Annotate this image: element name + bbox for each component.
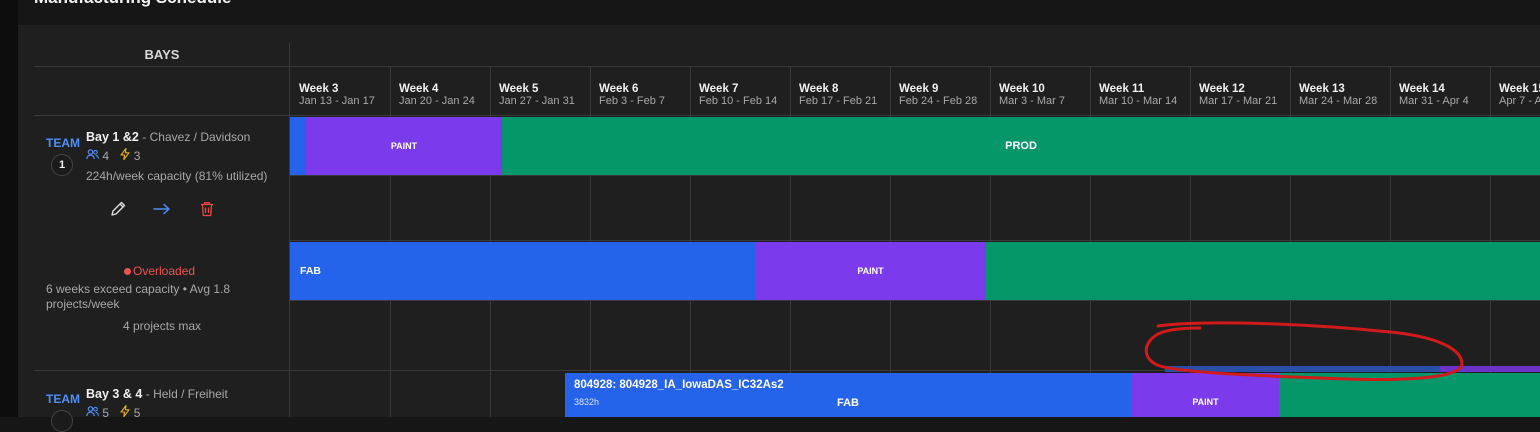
sidebar-header-divider bbox=[34, 115, 290, 116]
week-header: Week 15Apr 7 - Apr 11 bbox=[1490, 68, 1540, 116]
status-dot-icon bbox=[124, 268, 131, 275]
team-number bbox=[51, 410, 73, 432]
week-header: Week 9 Feb 24 - Feb 28 bbox=[890, 68, 990, 116]
bay3-fab-bar[interactable]: 804928: 804928_IA_IowaDAS_IC32As2 3832h … bbox=[565, 373, 1132, 417]
page-title: Manufacturing Schedule bbox=[34, 0, 231, 8]
week-range: Feb 3 - Feb 7 bbox=[599, 95, 666, 107]
week-header: Week 6 Feb 3 - Feb 7 bbox=[590, 68, 690, 116]
week-label: Week 5 bbox=[499, 83, 539, 95]
bay-title: Bay 3 & 4 bbox=[86, 387, 143, 401]
bay-stats: 5 5 bbox=[86, 404, 141, 420]
week-header: Week 11 Mar 10 - Mar 14 bbox=[1090, 68, 1190, 116]
week-range: Feb 10 - Feb 14 bbox=[699, 95, 778, 107]
row-grid-line bbox=[290, 240, 1540, 241]
week-header: Week 4 Jan 20 - Jan 24 bbox=[390, 68, 490, 116]
bay-leads: - Held / Freiheit bbox=[145, 387, 228, 401]
week-label: Week 3 bbox=[299, 83, 339, 95]
bolt-icon bbox=[120, 147, 130, 163]
week-header: Week 12 Mar 17 - Mar 21 bbox=[1190, 68, 1290, 116]
capacity-text: 224h/week capacity (81% utilized) bbox=[86, 169, 268, 183]
power-count: 5 bbox=[133, 406, 141, 420]
bay1-row1-prod-bar[interactable]: PROD bbox=[502, 117, 1540, 175]
team-label: TEAM bbox=[46, 392, 80, 406]
week-header: Week 5 Jan 27 - Jan 31 bbox=[490, 68, 590, 116]
bay-leads: - Chavez / Davidson bbox=[142, 130, 251, 144]
prod-label: PROD bbox=[1005, 140, 1037, 152]
project-hours: 3832h bbox=[574, 397, 600, 407]
arrow-right-icon bbox=[153, 203, 170, 215]
fab-label: FAB bbox=[300, 265, 321, 277]
bay-name: Bay 3 & 4 - Held / Freiheit bbox=[86, 387, 228, 401]
week-range: Mar 10 - Mar 14 bbox=[1099, 95, 1178, 107]
users-icon bbox=[86, 149, 99, 163]
week-range: Mar 17 - Mar 21 bbox=[1199, 95, 1278, 107]
delete-button[interactable] bbox=[198, 200, 216, 218]
week-header: Week 8 Feb 17 - Feb 21 bbox=[790, 68, 890, 116]
week-label: Week 14 bbox=[1399, 83, 1445, 95]
status-detail: 6 weeks exceed capacity • Avg 1.8 projec… bbox=[46, 282, 231, 311]
week-header: Week 3 Jan 13 - Jan 17 bbox=[290, 68, 390, 116]
max-projects: 4 projects max bbox=[123, 319, 202, 333]
users-icon bbox=[86, 406, 99, 420]
pencil-icon bbox=[111, 201, 126, 216]
bay-title: Bay 1 &2 bbox=[86, 130, 139, 144]
trash-icon bbox=[201, 202, 213, 217]
row-grid-line bbox=[290, 300, 1540, 301]
week-header: Week 7 Feb 10 - Feb 14 bbox=[690, 68, 790, 116]
week-label: Week 11 bbox=[1099, 83, 1145, 95]
bay-stats: 4 3 bbox=[86, 147, 141, 163]
week-label: Week 9 bbox=[899, 83, 939, 95]
paint-label: PAINT bbox=[1192, 397, 1219, 407]
week-label: Week 8 bbox=[799, 83, 839, 95]
week-range: Feb 17 - Feb 21 bbox=[799, 95, 878, 107]
fab-label: FAB bbox=[837, 397, 859, 409]
week-range: Mar 24 - Mar 28 bbox=[1299, 95, 1378, 107]
member-count: 5 bbox=[102, 406, 110, 420]
paint-label: PAINT bbox=[857, 266, 884, 276]
week-label: Week 6 bbox=[599, 83, 639, 95]
member-count: 4 bbox=[102, 149, 110, 163]
bay-name: Bay 1 &2 - Chavez / Davidson bbox=[86, 130, 250, 144]
bay1-row2-fab-bar[interactable]: FAB bbox=[290, 242, 755, 300]
week-header: Week 10 Mar 3 - Mar 7 bbox=[990, 68, 1090, 116]
team-number: 1 bbox=[51, 154, 73, 176]
window-left-edge bbox=[0, 0, 18, 417]
bay1-row2-paint-bar[interactable]: PAINT bbox=[755, 242, 986, 300]
week-range: Apr 7 - Apr 11 bbox=[1499, 95, 1540, 107]
week-range: Mar 31 - Apr 4 bbox=[1399, 95, 1469, 107]
week-header: Week 13 Mar 24 - Mar 28 bbox=[1290, 68, 1390, 116]
paint-label: PAINT bbox=[390, 141, 418, 151]
bay1-row1-fab-bar[interactable] bbox=[290, 117, 306, 175]
week-label: Week 7 bbox=[699, 83, 739, 95]
week-range: Jan 20 - Jan 24 bbox=[399, 95, 475, 107]
week-range: Mar 3 - Mar 7 bbox=[999, 95, 1066, 107]
week-range: Jan 13 - Jan 17 bbox=[299, 95, 375, 107]
week-header: Week 14 Mar 31 - Apr 4 bbox=[1390, 68, 1490, 116]
status-overloaded: Overloaded bbox=[124, 264, 195, 278]
edit-button[interactable] bbox=[109, 200, 127, 218]
week-range: Jan 27 - Jan 31 bbox=[499, 95, 575, 107]
week-range: Feb 24 - Feb 28 bbox=[899, 95, 978, 107]
bay1-row2-prod-bar[interactable] bbox=[986, 242, 1540, 300]
project-title: 804928: 804928_IA_IowaDAS_IC32As2 bbox=[574, 379, 784, 391]
bay1-row1-paint-bar[interactable]: PAINT bbox=[306, 117, 502, 175]
week-label: Week 15 bbox=[1499, 83, 1540, 95]
move-button[interactable] bbox=[153, 200, 171, 218]
bays-header: BAYS bbox=[144, 47, 180, 62]
week-label: Week 13 bbox=[1299, 83, 1345, 95]
power-count: 3 bbox=[133, 149, 141, 163]
team-label: TEAM bbox=[46, 136, 80, 150]
week-label: Week 12 bbox=[1199, 83, 1245, 95]
annotation-circle bbox=[1144, 321, 1464, 381]
bay-divider bbox=[34, 370, 290, 371]
row-grid-line bbox=[290, 175, 1540, 176]
week-label: Week 10 bbox=[999, 83, 1045, 95]
bolt-icon bbox=[120, 404, 130, 420]
week-label: Week 4 bbox=[399, 83, 439, 95]
status-text: Overloaded bbox=[133, 264, 196, 278]
